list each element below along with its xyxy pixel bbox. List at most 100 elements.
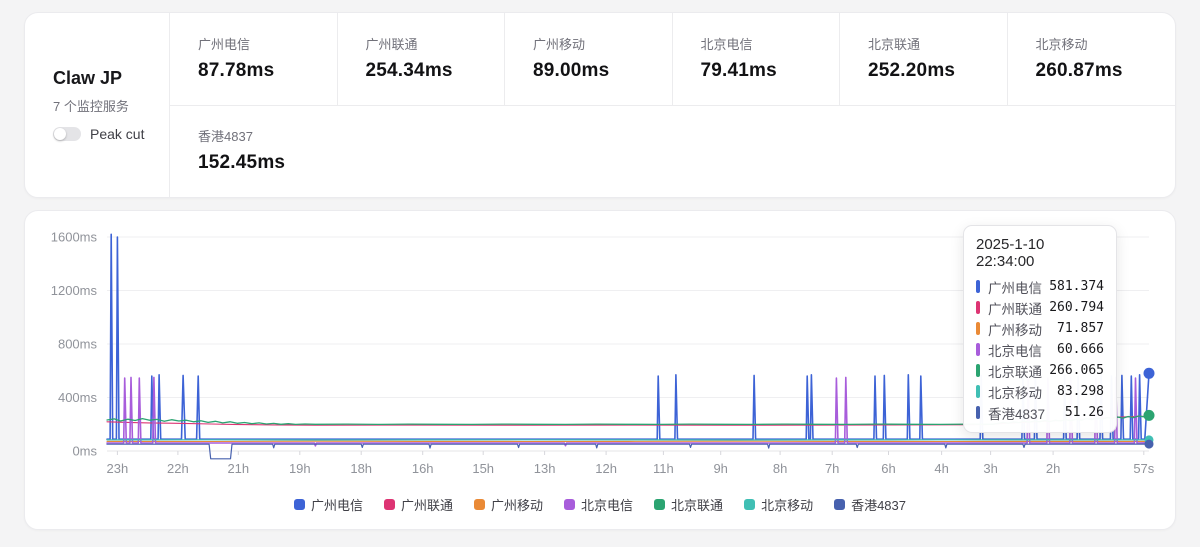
toggle-knob-icon — [54, 128, 66, 140]
legend-label: 广州联通 — [401, 495, 453, 514]
monitor-service-count: 7 个监控服务 — [53, 96, 169, 115]
stat-tiles: 广州电信 87.78ms 广州联通254.34ms 广州移动 89.00ms 北京电信79… — [170, 13, 1175, 197]
legend-label: 广州移动 — [491, 495, 543, 514]
series-marker-icon — [976, 301, 980, 314]
legend-marker-icon — [654, 499, 665, 510]
svg-text:9h: 9h — [713, 461, 727, 476]
legend-marker-icon — [474, 499, 485, 510]
series-marker-icon — [976, 406, 980, 419]
svg-text:18h: 18h — [350, 461, 372, 476]
stat-tile-3[interactable]: 北京电信79.41ms — [673, 13, 841, 105]
svg-text:57s: 57s — [1133, 461, 1154, 476]
monitor-summary-card: Claw JP 7 个监控服务 Peak cut 广州电信 87.78ms 广州联通… — [24, 12, 1176, 198]
svg-text:1600ms: 1600ms — [51, 230, 98, 245]
stat-tile-label: 广州联通 — [366, 34, 497, 53]
tooltip-timestamp: 2025-1-10 22:34:00 — [976, 236, 1104, 270]
chart-legend: 广州电信 广州联通 广州移动 北京电信 北京联通 北京移动 香港4837 — [37, 495, 1163, 514]
tooltip-series-name: 香港4837 — [988, 403, 1045, 423]
legend-label: 香港4837 — [851, 495, 906, 514]
stat-tile-1[interactable]: 广州联通254.34ms — [338, 13, 506, 105]
svg-text:3h: 3h — [983, 461, 997, 476]
svg-text:7h: 7h — [825, 461, 839, 476]
chart-tooltip: 2025-1-10 22:34:00 广州电信 581.374 广州联通 260.79… — [963, 225, 1117, 433]
svg-text:11h: 11h — [653, 461, 674, 476]
legend-marker-icon — [834, 499, 845, 510]
tooltip-series-value: 581.374 — [1049, 279, 1104, 294]
svg-text:800ms: 800ms — [58, 337, 98, 352]
stat-tile-0[interactable]: 广州电信 87.78ms — [170, 13, 338, 105]
svg-text:22h: 22h — [167, 461, 189, 476]
stat-tile-value: 252.20ms — [868, 60, 999, 82]
stat-tile-label: 北京联通 — [868, 34, 999, 53]
legend-item-5[interactable]: 北京移动 — [744, 495, 813, 514]
tooltip-row: 广州联通 260.794 — [976, 297, 1104, 318]
svg-text:8h: 8h — [773, 461, 787, 476]
tooltip-series-name: 广州电信 — [988, 277, 1042, 297]
svg-text:15h: 15h — [472, 461, 494, 476]
series-marker-icon — [976, 343, 980, 356]
legend-item-3[interactable]: 北京电信 — [564, 495, 633, 514]
peak-cut-label: Peak cut — [90, 126, 144, 142]
legend-marker-icon — [384, 499, 395, 510]
monitor-info-panel: Claw JP 7 个监控服务 Peak cut — [25, 13, 170, 197]
svg-text:0ms: 0ms — [72, 444, 97, 459]
legend-label: 北京移动 — [761, 495, 813, 514]
stat-tile-label: 香港4837 — [198, 126, 330, 145]
legend-label: 广州电信 — [311, 495, 363, 514]
legend-item-6[interactable]: 香港4837 — [834, 495, 906, 514]
svg-text:21h: 21h — [227, 461, 249, 476]
tooltip-series-name: 广州联通 — [988, 298, 1042, 318]
tooltip-row: 广州电信 581.374 — [976, 276, 1104, 297]
legend-item-4[interactable]: 北京联通 — [654, 495, 723, 514]
legend-item-1[interactable]: 广州联通 — [384, 495, 453, 514]
tooltip-series-value: 71.857 — [1057, 321, 1104, 336]
tooltip-series-name: 北京电信 — [988, 340, 1042, 360]
stat-tile-value: 79.41ms — [701, 60, 832, 82]
tooltip-series-name: 北京联通 — [988, 361, 1042, 381]
stat-tile-label: 广州电信 — [198, 34, 329, 53]
svg-text:2h: 2h — [1046, 461, 1060, 476]
legend-label: 北京电信 — [581, 495, 633, 514]
stat-tile-5[interactable]: 北京移动 260.87ms — [1008, 13, 1176, 105]
monitor-title: Claw JP — [53, 68, 169, 89]
svg-text:16h: 16h — [412, 461, 434, 476]
peak-cut-toggle[interactable] — [53, 127, 81, 141]
legend-label: 北京联通 — [671, 495, 723, 514]
series-marker-icon — [976, 385, 980, 398]
tooltip-row: 香港4837 51.26 — [976, 402, 1104, 423]
tooltip-series-name: 北京移动 — [988, 382, 1042, 402]
svg-text:12h: 12h — [595, 461, 617, 476]
stat-tile-2[interactable]: 广州移动 89.00ms — [505, 13, 673, 105]
stat-tile-4[interactable]: 北京联通 252.20ms — [840, 13, 1008, 105]
stat-tile-label: 北京移动 — [1036, 34, 1168, 53]
tooltip-series-value: 60.666 — [1057, 342, 1104, 357]
stat-tile-value: 152.45ms — [198, 152, 330, 174]
stat-tile-label: 广州移动 — [533, 34, 664, 53]
stat-tile-6[interactable]: 香港4837 152.45ms — [170, 105, 338, 197]
tooltip-row: 北京电信 60.666 — [976, 339, 1104, 360]
stat-tile-value: 260.87ms — [1036, 60, 1168, 82]
legend-item-2[interactable]: 广州移动 — [474, 495, 543, 514]
stat-tile-value: 89.00ms — [533, 60, 664, 82]
tooltip-rows: 广州电信 581.374 广州联通 260.794 广州移动71.857北京电信 60.6… — [976, 276, 1104, 423]
tooltip-series-value: 51.26 — [1065, 405, 1104, 420]
legend-marker-icon — [294, 499, 305, 510]
tooltip-row: 广州移动71.857 — [976, 318, 1104, 339]
series-marker-icon — [976, 364, 980, 377]
tooltip-row: 北京移动 83.298 — [976, 381, 1104, 402]
series-marker-icon — [976, 280, 980, 293]
tooltip-row: 北京联通266.065 — [976, 360, 1104, 381]
peak-cut-row: Peak cut — [53, 126, 169, 142]
tooltip-series-value: 260.794 — [1049, 300, 1104, 315]
latency-chart-card: 0ms400ms800ms1200ms1600ms23h22h21h19h18h… — [24, 210, 1176, 530]
stat-tile-value: 87.78ms — [198, 60, 329, 82]
svg-text:23h: 23h — [107, 461, 129, 476]
legend-item-0[interactable]: 广州电信 — [294, 495, 363, 514]
tooltip-series-value: 83.298 — [1057, 384, 1104, 399]
series-marker-icon — [976, 322, 980, 335]
legend-marker-icon — [564, 499, 575, 510]
svg-text:19h: 19h — [289, 461, 311, 476]
svg-text:1200ms: 1200ms — [51, 283, 98, 298]
page: Claw JP 7 个监控服务 Peak cut 广州电信 87.78ms 广州联通… — [0, 0, 1200, 530]
svg-text:6h: 6h — [881, 461, 895, 476]
